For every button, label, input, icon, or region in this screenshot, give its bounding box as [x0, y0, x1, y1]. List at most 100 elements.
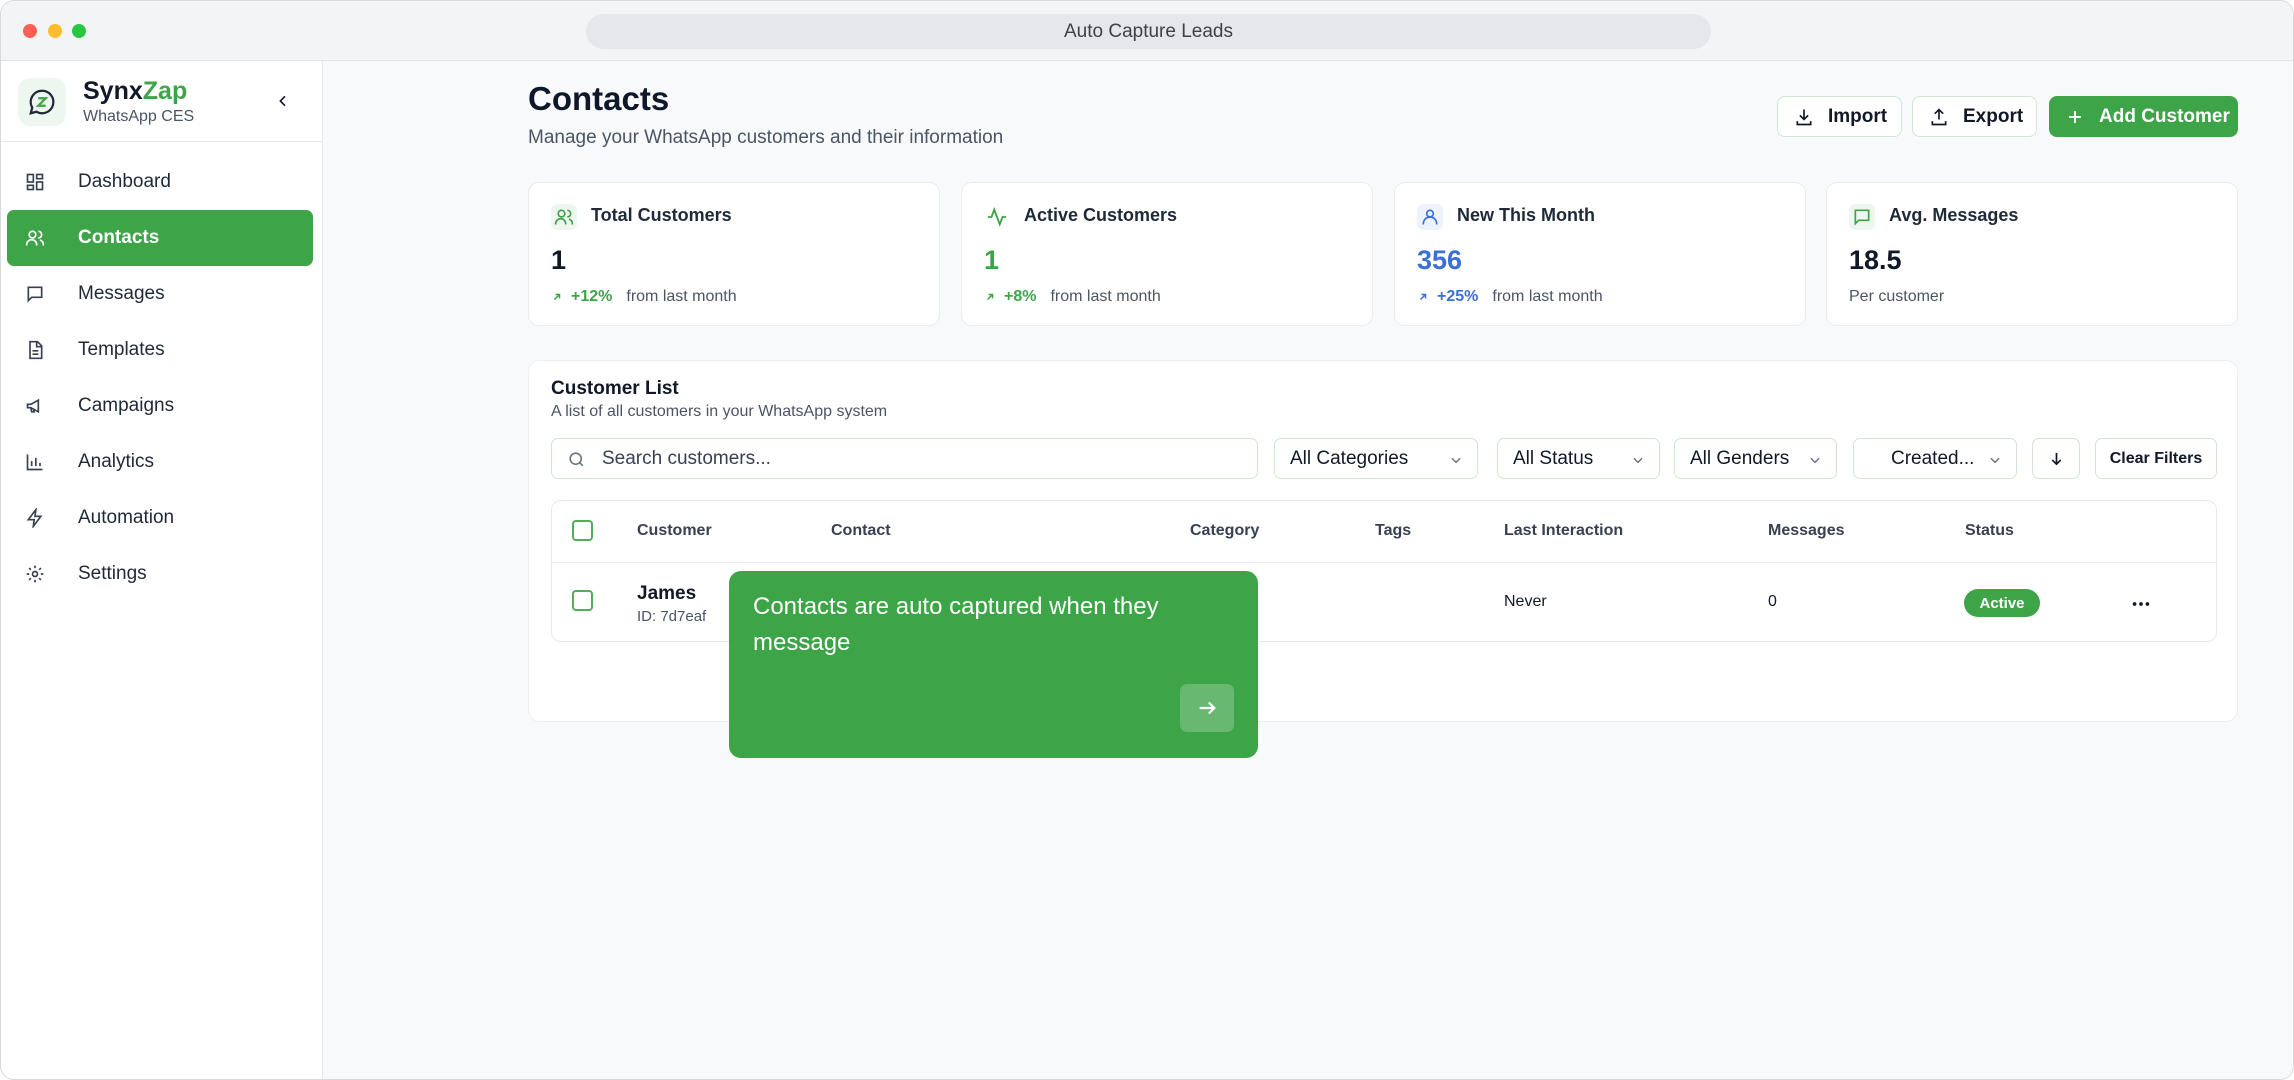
sidebar-item-label: Settings [78, 563, 147, 584]
row-actions-button[interactable] [2130, 593, 2152, 620]
arrow-right-icon [1199, 701, 1216, 715]
gear-icon [26, 565, 44, 583]
stat-card-active-customers: Active Customers 1 +8% from last month [961, 182, 1373, 326]
column-header[interactable]: Last Interaction [1504, 522, 1623, 540]
panel-subtitle: A list of all customers in your WhatsApp… [551, 403, 888, 420]
plus-icon [2069, 110, 2081, 123]
column-header[interactable]: Messages [1768, 522, 1845, 540]
stat-title: Total Customers [591, 205, 732, 225]
more-horizontal-icon [2132, 602, 2150, 606]
sidebar-nav: Dashboard Contacts Messages Templates Ca… [7, 154, 313, 602]
brand-name: SynxZap [83, 77, 188, 105]
sidebar-item-messages[interactable]: Messages [7, 266, 313, 322]
users-icon [551, 204, 577, 230]
app-window: Auto Capture Leads SynxZap WhatsApp CES … [0, 0, 2294, 1080]
status-filter-select[interactable]: All Status [1497, 438, 1660, 479]
close-window-button[interactable] [23, 24, 37, 38]
trend-up: +8% [984, 288, 1036, 306]
column-header[interactable]: Tags [1375, 522, 1411, 540]
import-button[interactable]: Import [1777, 96, 1902, 137]
clear-filters-button[interactable]: Clear Filters [2095, 438, 2217, 479]
activity-icon [984, 204, 1010, 230]
select-all-checkbox[interactable] [572, 520, 593, 541]
sidebar-item-label: Automation [78, 507, 175, 528]
column-header[interactable]: Category [1190, 522, 1259, 540]
sidebar-item-analytics[interactable]: Analytics [7, 434, 313, 490]
sidebar-item-label: Messages [78, 283, 165, 304]
row-checkbox[interactable] [572, 590, 593, 611]
search-icon [569, 452, 584, 467]
users-icon [25, 230, 45, 246]
sort-field-select[interactable]: Created... [1853, 438, 2017, 479]
add-customer-button[interactable]: Add Customer [2049, 96, 2238, 137]
megaphone-icon [26, 398, 40, 414]
export-button[interactable]: Export [1912, 96, 2037, 137]
main-content: Contacts Manage your WhatsApp customers … [323, 61, 2293, 1079]
stat-card-avg-messages: Avg. Messages 18.5 Per customer [1826, 182, 2238, 326]
sidebar-item-automation[interactable]: Automation [7, 490, 313, 546]
sidebar-item-label: Campaigns [78, 395, 175, 416]
file-text-icon [29, 340, 43, 360]
category-filter-select[interactable]: All Categories [1274, 438, 1478, 479]
customer-id: ID: 7d7eaf [637, 608, 707, 625]
sort-direction-button[interactable] [2032, 438, 2080, 479]
whatsapp-logo-icon [18, 78, 66, 126]
arrow-up-right-icon [1419, 293, 1427, 301]
sidebar: SynxZap WhatsApp CES Dashboard Contacts … [1, 61, 323, 1079]
column-header[interactable]: Customer [637, 522, 712, 540]
maximize-window-button[interactable] [72, 24, 86, 38]
search-box [551, 438, 1258, 479]
brand-subtitle: WhatsApp CES [83, 108, 195, 125]
chevron-left-icon [279, 95, 286, 107]
message-icon [27, 286, 43, 303]
sidebar-item-dashboard[interactable]: Dashboard [7, 154, 313, 210]
collapse-sidebar-button[interactable] [269, 87, 297, 115]
tooltip-text: Contacts are auto captured when they mes… [753, 593, 1159, 656]
stat-footer: Per customer [1849, 288, 1945, 305]
arrow-down-icon [2051, 452, 2061, 466]
column-header[interactable]: Status [1965, 522, 2014, 540]
gender-filter-select[interactable]: All Genders [1674, 438, 1837, 479]
title-bar: Auto Capture Leads [1, 1, 2293, 61]
sidebar-item-label: Analytics [78, 451, 155, 472]
arrow-up-right-icon [986, 293, 994, 301]
download-icon [1796, 109, 1812, 125]
stat-card-total-customers: Total Customers 1 +12% from last month [528, 182, 940, 326]
sidebar-item-campaigns[interactable]: Campaigns [7, 378, 313, 434]
user-icon [1417, 204, 1443, 230]
message-icon [1849, 204, 1875, 230]
arrow-up-right-icon [553, 293, 561, 301]
last-interaction: Never [1504, 593, 1547, 610]
customer-name: James [637, 583, 697, 604]
status-badge: Active [1964, 589, 2040, 617]
search-input[interactable] [602, 445, 1242, 473]
upload-icon [1931, 107, 1947, 125]
sidebar-item-label: Dashboard [78, 171, 171, 192]
panel-title: Customer List [551, 378, 679, 399]
sidebar-item-label: Templates [78, 339, 165, 360]
sidebar-item-settings[interactable]: Settings [7, 546, 313, 602]
bar-chart-icon [26, 454, 43, 471]
brand-header: SynxZap WhatsApp CES [1, 61, 323, 142]
onboarding-tooltip: Contacts are auto captured when they mes… [729, 571, 1258, 758]
stat-card-new-this-month: New This Month 356 +25% from last month [1394, 182, 1806, 326]
stat-title: Avg. Messages [1889, 205, 2019, 225]
tooltip-next-button[interactable] [1180, 684, 1234, 732]
chevron-down-icon [1990, 457, 2000, 464]
stat-footer: +25% from last month [1417, 288, 1603, 306]
sidebar-item-contacts[interactable]: Contacts [7, 210, 313, 266]
page-subtitle: Manage your WhatsApp customers and their… [528, 127, 1004, 148]
page-title: Contacts [528, 80, 670, 117]
chevron-down-icon [1633, 457, 1643, 464]
message-count: 0 [1768, 593, 1777, 610]
chevron-down-icon [1451, 457, 1461, 464]
chevron-down-icon [1810, 457, 1820, 464]
stat-value: 356 [1417, 245, 1463, 275]
column-header[interactable]: Contact [831, 522, 891, 540]
sidebar-item-label: Contacts [78, 227, 160, 248]
trend-up: +25% [1417, 288, 1478, 306]
lightning-icon [26, 508, 43, 528]
minimize-window-button[interactable] [48, 24, 62, 38]
sidebar-item-templates[interactable]: Templates [7, 322, 313, 378]
stat-value: 1 [551, 245, 567, 275]
